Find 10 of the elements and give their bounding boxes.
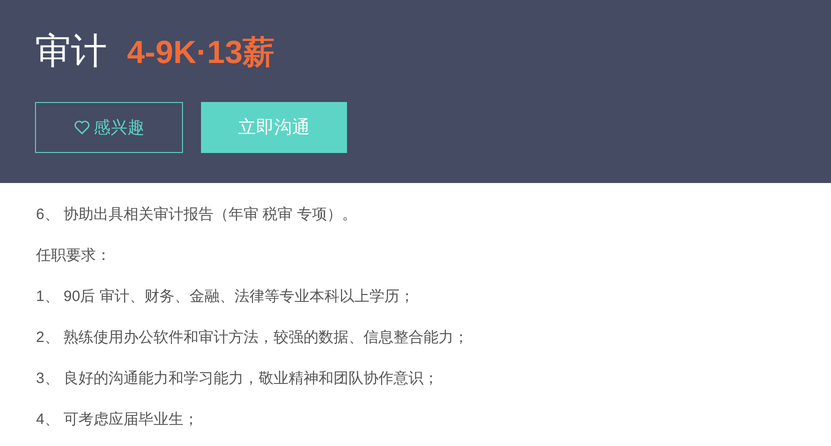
job-title: 审计	[35, 29, 107, 73]
description-line: 3、 良好的沟通能力和学习能力，敬业精神和团队协作意识；	[36, 369, 440, 389]
description-line: 2、 熟练使用办公软件和审计方法，较强的数据、信息整合能力；	[36, 328, 470, 348]
description-line: 6、 协助出具相关审计报告（年审 税审 专项）。	[36, 205, 358, 225]
description-line: 4、 可考虑应届毕业生；	[36, 410, 200, 430]
interest-button[interactable]: 感兴趣	[35, 102, 183, 153]
salary: 4-9K·13薪	[127, 33, 275, 72]
description-line: 1、 90后 审计、财务、金融、法律等专业本科以上学历；	[36, 287, 416, 307]
heart-icon	[74, 120, 90, 135]
description-line: 任职要求：	[36, 246, 112, 266]
